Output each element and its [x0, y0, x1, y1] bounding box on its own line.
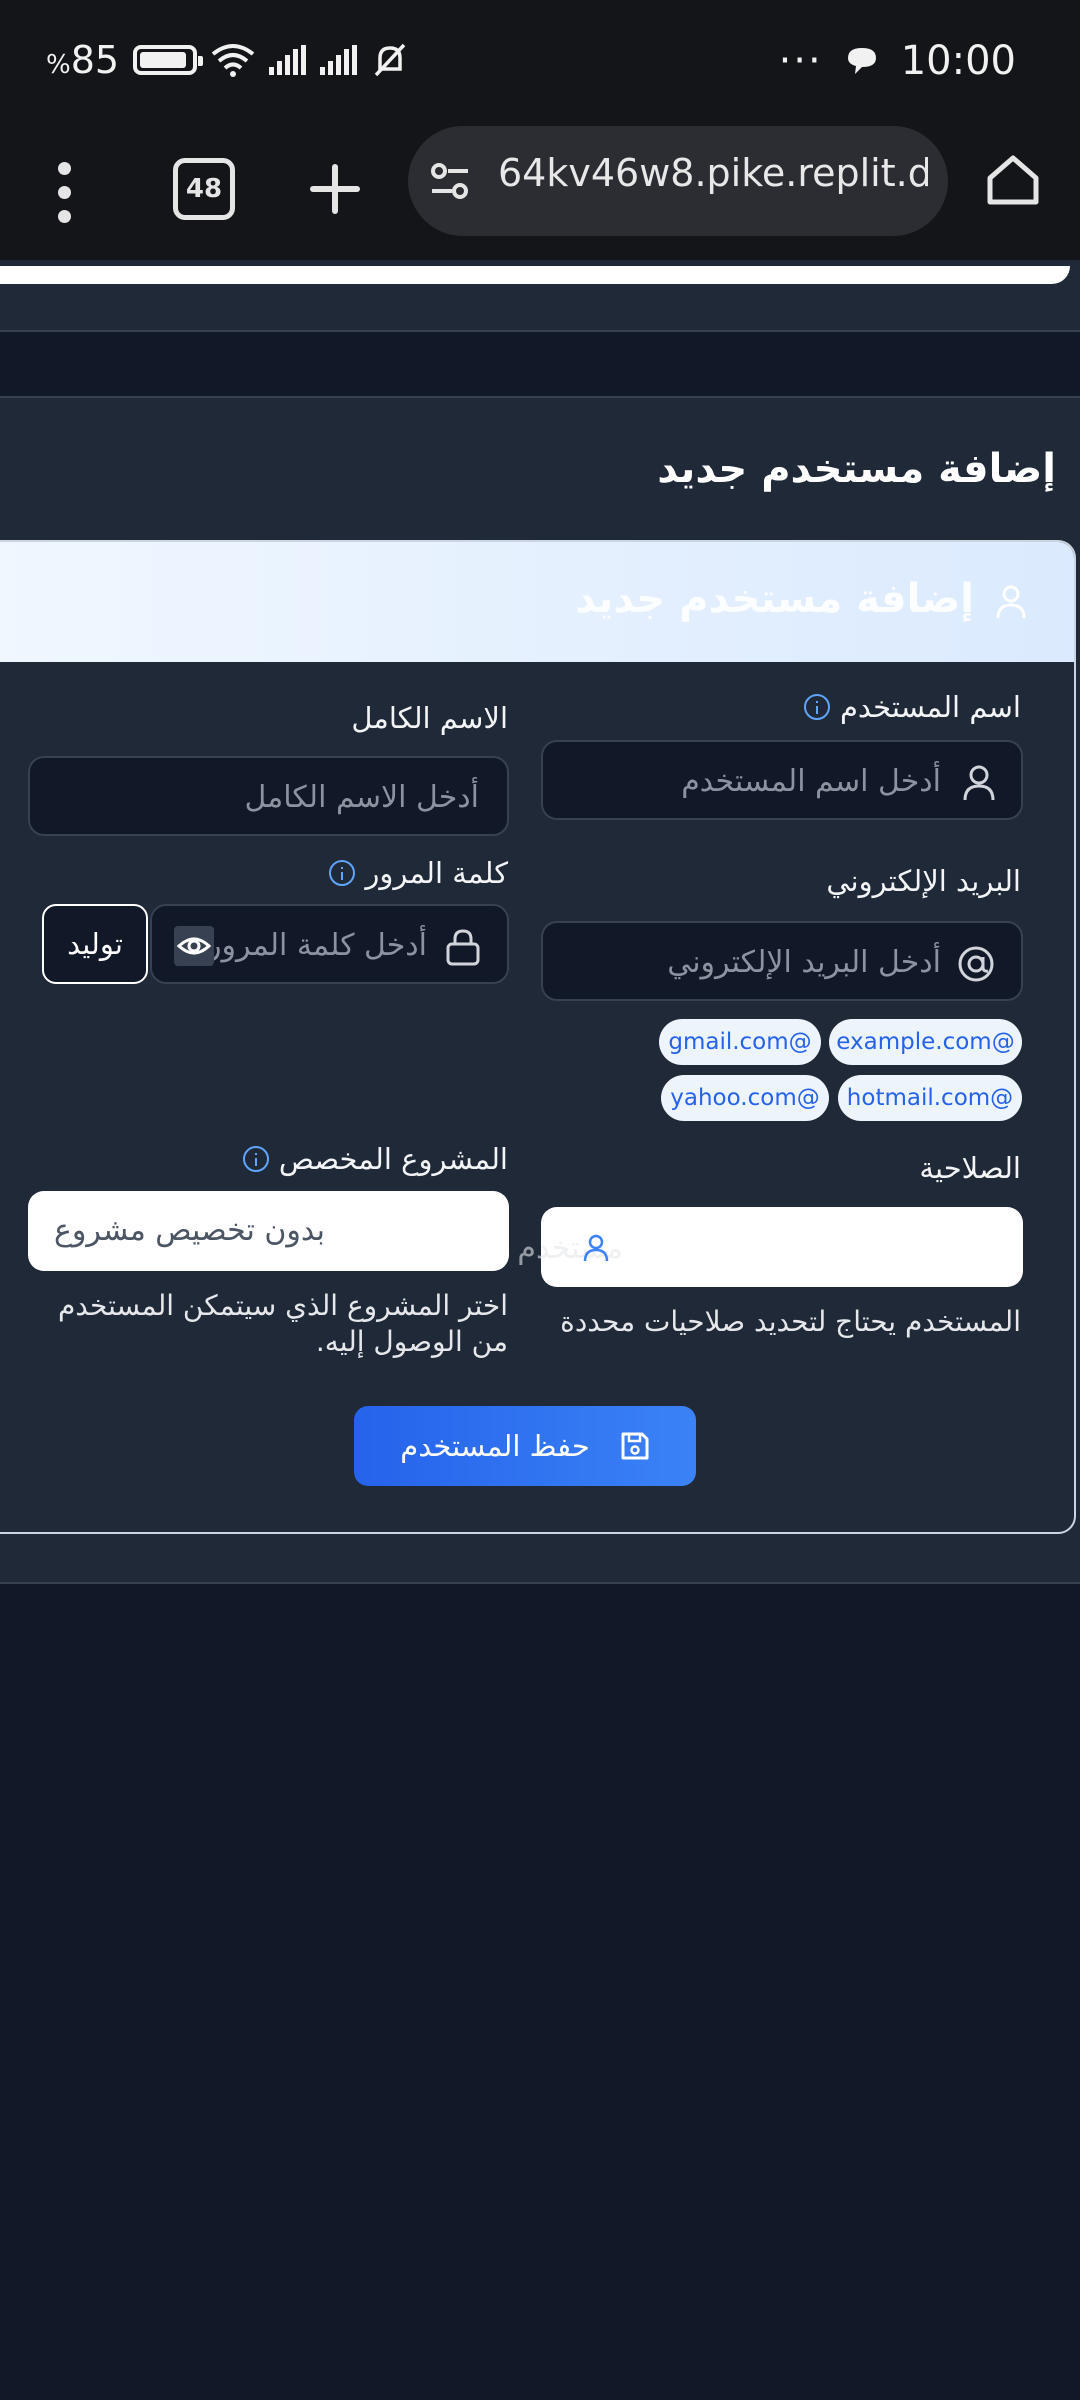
generate-password-button[interactable]: توليد [42, 904, 148, 984]
new-tab-icon[interactable] [308, 162, 362, 216]
toggle-password-button[interactable] [174, 926, 214, 966]
password-label: كلمة المرور [329, 856, 508, 890]
signal-icon [269, 45, 307, 75]
username-input[interactable]: أدخل اسم المستخدم [541, 740, 1023, 820]
card-header: إضافة مستخدم جديد [0, 542, 1074, 662]
at-sign-icon [958, 946, 994, 982]
clock: 10:00 [900, 38, 1016, 84]
password-input[interactable]: أدخل كلمة المرور [150, 904, 509, 984]
mute-bell-icon [374, 43, 406, 77]
role-select[interactable]: مستخدم [517, 1207, 1023, 1287]
fullname-input[interactable]: أدخل الاسم الكامل [28, 756, 509, 836]
fullname-label: الاسم الكامل [351, 701, 508, 735]
email-input[interactable]: أدخل البريد الإلكتروني [541, 921, 1023, 1001]
page-band [0, 332, 1080, 398]
domain-chip-gmail[interactable]: gmail.com@ [659, 1019, 821, 1065]
card-header-title: إضافة مستخدم جديد [575, 576, 974, 622]
username-label: اسم المستخدم [803, 690, 1021, 724]
user-icon [996, 585, 1026, 619]
page-title: إضافة مستخدم جديد [657, 446, 1056, 492]
project-select[interactable]: بدون تخصيص مشروع [28, 1191, 509, 1271]
info-icon[interactable] [242, 1146, 269, 1172]
menu-icon[interactable] [50, 158, 80, 228]
status-left: %85 [46, 38, 409, 82]
battery-icon [133, 45, 204, 75]
user-icon [583, 1234, 609, 1262]
info-icon[interactable] [803, 694, 830, 720]
lock-icon [446, 929, 480, 966]
battery-percent: %85 [46, 38, 120, 82]
status-right: ··· 10:00 [779, 38, 1016, 84]
domain-chip-hotmail[interactable]: hotmail.com@ [838, 1075, 1022, 1121]
status-bar: %85 ··· 10:00 [0, 0, 1080, 128]
eye-icon [176, 937, 212, 955]
page-header-strip [0, 260, 1080, 332]
signal-icon-2 [320, 45, 358, 75]
info-icon[interactable] [329, 860, 356, 886]
user-icon [963, 765, 995, 801]
domain-chip-example[interactable]: example.com@ [829, 1019, 1022, 1065]
save-user-label: حفظ المستخدم [400, 1429, 590, 1463]
domain-chip-yahoo[interactable]: yahoo.com@ [661, 1075, 829, 1121]
home-icon[interactable] [986, 154, 1040, 206]
project-label: المشروع المخصص [242, 1142, 508, 1176]
site-settings-icon[interactable] [430, 162, 470, 200]
project-help-text: اختر المشروع الذي سيتمكن المستخدم من الو… [57, 1289, 508, 1359]
url-text[interactable]: 64kv46w8.pike.replit.dev [498, 151, 928, 195]
email-label: البريد الإلكتروني [826, 864, 1021, 898]
wifi-icon [211, 44, 255, 77]
more-dots-icon: ··· [778, 38, 823, 84]
tab-count-button[interactable]: 48 [173, 158, 235, 220]
save-icon [621, 1432, 649, 1460]
role-help-text: المستخدم يحتاج لتحديد صلاحيات محددة [560, 1305, 1021, 1338]
chat-bubble-icon [847, 48, 876, 74]
role-label: الصلاحية [919, 1151, 1021, 1185]
save-user-button[interactable]: حفظ المستخدم [354, 1406, 696, 1486]
